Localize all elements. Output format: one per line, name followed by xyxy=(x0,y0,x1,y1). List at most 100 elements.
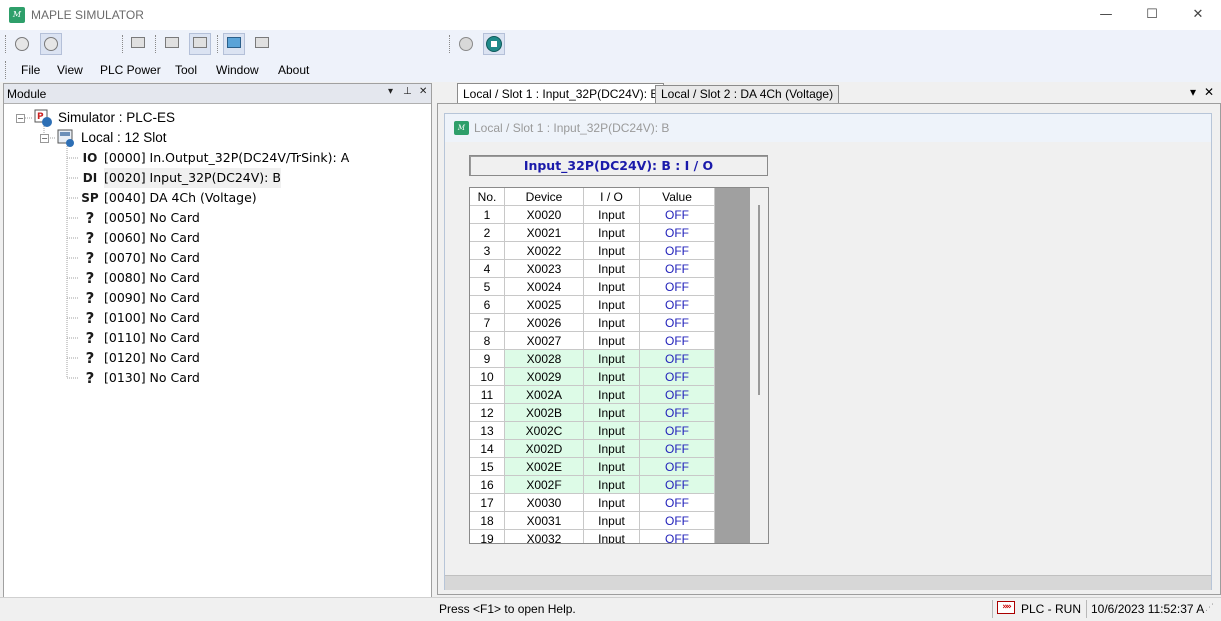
io-monitor-button[interactable] xyxy=(223,33,245,55)
tree-node-slot[interactable]: ? [0060] No Card xyxy=(4,228,431,248)
col-header-device[interactable]: Device xyxy=(505,188,584,206)
power-off-button[interactable] xyxy=(11,33,33,55)
table-row[interactable]: 6 X0025 Input OFF xyxy=(470,296,715,314)
table-row[interactable]: 11 X002A Input OFF xyxy=(470,386,715,404)
tab-slot-2[interactable]: Local / Slot 2 : DA 4Ch (Voltage) xyxy=(655,85,840,103)
table-row[interactable]: 13 X002C Input OFF xyxy=(470,422,715,440)
menu-file[interactable]: File xyxy=(21,63,40,77)
cell-io: Input xyxy=(584,368,640,386)
play-button[interactable] xyxy=(455,33,477,55)
monitor-icon xyxy=(131,37,145,48)
table-row[interactable]: 3 X0022 Input OFF xyxy=(470,242,715,260)
menu-window[interactable]: Window xyxy=(216,63,259,77)
col-header-value[interactable]: Value xyxy=(640,188,715,206)
tree-node-local[interactable]: − Local : 12 Slot xyxy=(4,128,431,148)
cell-value[interactable]: OFF xyxy=(640,530,715,543)
cell-value[interactable]: OFF xyxy=(640,404,715,422)
cell-value[interactable]: OFF xyxy=(640,224,715,242)
no-card-icon: ? xyxy=(85,329,95,347)
menu-plc-power[interactable]: PLC Power xyxy=(100,63,161,77)
col-header-io[interactable]: I / O xyxy=(584,188,640,206)
toolbar-grip[interactable] xyxy=(122,35,125,53)
table-row[interactable]: 14 X002D Input OFF xyxy=(470,440,715,458)
monitor-button[interactable] xyxy=(127,33,149,55)
menu-about[interactable]: About xyxy=(278,63,309,77)
tree-node-slot[interactable]: ? [0050] No Card xyxy=(4,208,431,228)
cell-value[interactable]: OFF xyxy=(640,512,715,530)
tree-node-slot[interactable]: ? [0100] No Card xyxy=(4,308,431,328)
table-row[interactable]: 12 X002B Input OFF xyxy=(470,404,715,422)
cell-value[interactable]: OFF xyxy=(640,350,715,368)
cell-value[interactable]: OFF xyxy=(640,386,715,404)
cell-io: Input xyxy=(584,206,640,224)
tree-node-simulator[interactable]: − P Simulator : PLC-ES xyxy=(4,108,431,128)
cell-value[interactable]: OFF xyxy=(640,422,715,440)
cell-value[interactable]: OFF xyxy=(640,278,715,296)
cell-value[interactable]: OFF xyxy=(640,368,715,386)
cell-value[interactable]: OFF xyxy=(640,242,715,260)
toolbar-grip[interactable] xyxy=(5,35,8,53)
tree-node-slot[interactable]: ? [0110] No Card xyxy=(4,328,431,348)
table-row[interactable]: 18 X0031 Input OFF xyxy=(470,512,715,530)
scrollbar-thumb[interactable] xyxy=(758,205,760,395)
cell-value[interactable]: OFF xyxy=(640,260,715,278)
module-button[interactable] xyxy=(161,33,183,55)
tree-node-slot[interactable]: SP [0040] DA 4Ch (Voltage) xyxy=(4,188,431,208)
tab-slot-1[interactable]: Local / Slot 1 : Input_32P(DC24V): B xyxy=(457,83,665,103)
cell-io: Input xyxy=(584,422,640,440)
close-window-button[interactable]: ✕ xyxy=(1175,0,1221,30)
menu-view[interactable]: View xyxy=(57,63,83,77)
tree-node-slot[interactable]: ? [0080] No Card xyxy=(4,268,431,288)
table-row[interactable]: 9 X0028 Input OFF xyxy=(470,350,715,368)
tree-node-slot[interactable]: IO [0000] In.Output_32P(DC24V/TrSink): A xyxy=(4,148,431,168)
tree-node-slot[interactable]: ? [0130] No Card xyxy=(4,368,431,388)
table-row[interactable]: 1 X0020 Input OFF xyxy=(470,206,715,224)
table-row[interactable]: 10 X0029 Input OFF xyxy=(470,368,715,386)
table-row[interactable]: 8 X0027 Input OFF xyxy=(470,332,715,350)
maximize-button[interactable]: ☐ xyxy=(1129,0,1175,30)
table-row[interactable]: 15 X002E Input OFF xyxy=(470,458,715,476)
table-row[interactable]: 17 X0030 Input OFF xyxy=(470,494,715,512)
table-row[interactable]: 16 X002F Input OFF xyxy=(470,476,715,494)
minimize-button[interactable]: — xyxy=(1083,0,1129,30)
menu-tool[interactable]: Tool xyxy=(175,63,197,77)
cell-value[interactable]: OFF xyxy=(640,314,715,332)
tree-node-slot[interactable]: ? [0070] No Card xyxy=(4,248,431,268)
table-row[interactable]: 2 X0021 Input OFF xyxy=(470,224,715,242)
cell-value[interactable]: OFF xyxy=(640,494,715,512)
cell-value[interactable]: OFF xyxy=(640,458,715,476)
col-header-no[interactable]: No. xyxy=(470,188,505,206)
cell-value[interactable]: OFF xyxy=(640,332,715,350)
tree-node-slot-selected[interactable]: DI [0020] Input_32P(DC24V): B xyxy=(4,168,431,188)
cell-value[interactable]: OFF xyxy=(640,296,715,314)
collapse-toggle[interactable]: − xyxy=(40,134,49,143)
cell-no: 3 xyxy=(470,242,505,260)
device-settings-button[interactable] xyxy=(251,33,273,55)
stop-button[interactable] xyxy=(483,33,505,55)
tabs-dropdown-button[interactable]: ▾ xyxy=(1190,85,1196,99)
toolbar-grip[interactable] xyxy=(155,35,158,53)
resize-grip[interactable]: ⋰ xyxy=(1205,603,1214,613)
power-off-icon xyxy=(15,37,29,51)
cell-value[interactable]: OFF xyxy=(640,476,715,494)
cell-device: X0026 xyxy=(505,314,584,332)
module-settings-button[interactable] xyxy=(189,33,211,55)
power-on-button[interactable] xyxy=(40,33,62,55)
io-monitor-title-bar[interactable]: M Local / Slot 1 : Input_32P(DC24V): B xyxy=(445,114,1211,142)
menu-grip[interactable] xyxy=(5,61,8,79)
toolbar-grip[interactable] xyxy=(449,35,452,53)
horizontal-scrollbar[interactable] xyxy=(445,575,1211,590)
tabs-close-button[interactable]: ✕ xyxy=(1204,85,1214,99)
table-row[interactable]: 7 X0026 Input OFF xyxy=(470,314,715,332)
tree-node-slot[interactable]: ? [0120] No Card xyxy=(4,348,431,368)
tree-node-slot[interactable]: ? [0090] No Card xyxy=(4,288,431,308)
collapse-toggle[interactable]: − xyxy=(16,114,25,123)
table-row[interactable]: 5 X0024 Input OFF xyxy=(470,278,715,296)
vertical-scrollbar[interactable] xyxy=(750,188,768,543)
table-row[interactable]: 4 X0023 Input OFF xyxy=(470,260,715,278)
cell-value[interactable]: OFF xyxy=(640,440,715,458)
toolbar-grip[interactable] xyxy=(217,35,220,53)
tree-label-slot: [0070] No Card xyxy=(104,250,200,265)
cell-value[interactable]: OFF xyxy=(640,206,715,224)
table-row[interactable]: 19 X0032 Input OFF xyxy=(470,530,715,543)
